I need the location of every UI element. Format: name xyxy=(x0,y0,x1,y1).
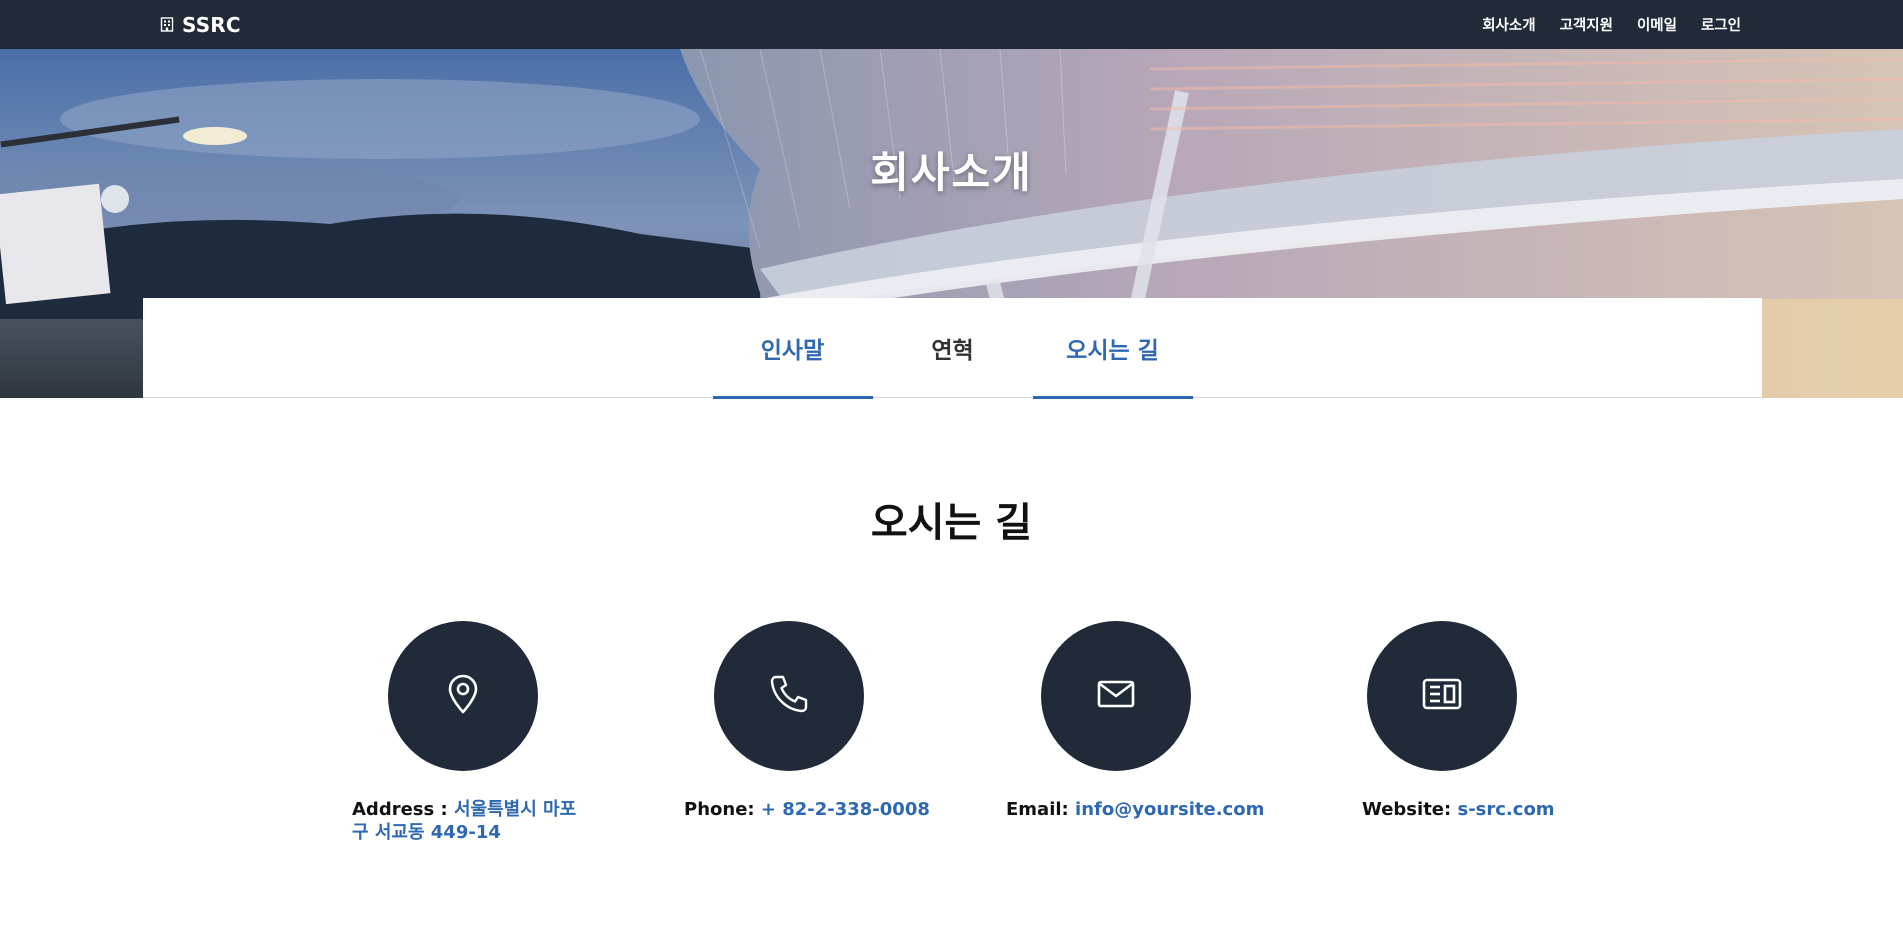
tab-directions[interactable]: 오시는 길 xyxy=(1032,298,1193,399)
nav-link-login[interactable]: 로그인 xyxy=(1701,14,1741,35)
address-label: Address : xyxy=(352,799,448,820)
brand-name: SSRC xyxy=(182,12,241,37)
email-icon-circle xyxy=(1041,621,1191,771)
nav-link-support[interactable]: 고객지원 xyxy=(1560,14,1613,35)
phone-text: Phone: + 82-2-338-0008 xyxy=(684,798,930,821)
section-title: 오시는 길 xyxy=(870,500,1033,546)
tab-greeting[interactable]: 인사말 xyxy=(712,298,873,399)
nav-menu: 회사소개 고객지원 이메일 로그인 xyxy=(1482,0,1741,49)
building-icon xyxy=(160,17,174,32)
address-icon-circle xyxy=(388,621,538,771)
nav-link-company[interactable]: 회사소개 xyxy=(1482,14,1535,35)
tab-history[interactable]: 연혁 xyxy=(873,298,1033,398)
map-pin-icon xyxy=(443,673,483,719)
phone-value[interactable]: + 82-2-338-0008 xyxy=(761,799,930,820)
website-value[interactable]: s-src.com xyxy=(1457,799,1554,820)
top-navbar: SSRC 회사소개 고객지원 이메일 로그인 xyxy=(0,0,1903,49)
tabs-panel: 인사말 연혁 오시는 길 xyxy=(143,298,1762,399)
nav-link-email[interactable]: 이메일 xyxy=(1637,14,1677,35)
newspaper-icon xyxy=(1422,677,1462,715)
address-text: Address : 서울특별시 마포구 서교동 449-14 xyxy=(352,798,592,844)
hero-title: 회사소개 xyxy=(870,148,1033,197)
brand-link[interactable]: SSRC xyxy=(160,0,241,49)
email-label: Email: xyxy=(1006,799,1069,820)
mail-icon xyxy=(1097,679,1135,713)
phone-icon xyxy=(767,672,811,720)
website-label: Website: xyxy=(1362,799,1452,820)
email-text: Email: info@yoursite.com xyxy=(1006,798,1264,821)
phone-label: Phone: xyxy=(684,799,755,820)
website-text: Website: s-src.com xyxy=(1362,798,1555,821)
website-icon-circle xyxy=(1367,621,1517,771)
tab-bar: 인사말 연혁 오시는 길 xyxy=(143,298,1762,399)
email-value[interactable]: info@yoursite.com xyxy=(1075,799,1264,820)
phone-icon-circle xyxy=(714,621,864,771)
